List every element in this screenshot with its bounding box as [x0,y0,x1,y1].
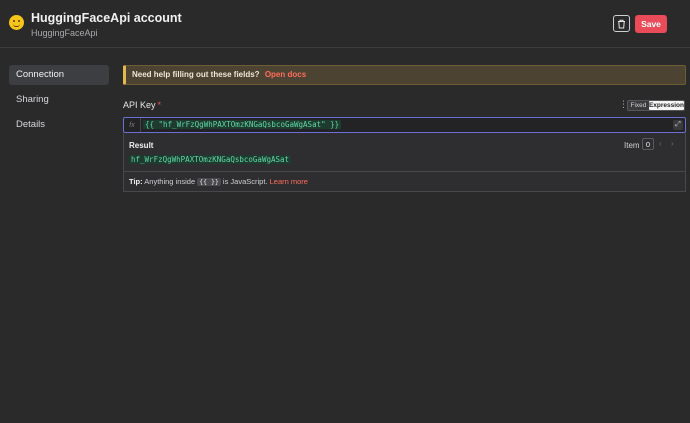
api-key-label-text: API Key [123,100,156,110]
mode-fixed-option[interactable]: Fixed [628,101,649,110]
api-key-label: API Key * [123,100,161,110]
delete-button[interactable] [613,15,630,32]
page-subtitle: HuggingFaceApi [31,28,98,38]
help-text: Need help filling out these fields? [132,70,260,79]
tip-prefix: Tip: [129,177,143,186]
mode-toggle[interactable]: Fixed Expression [627,100,685,111]
sidebar-item-details[interactable]: Details [9,115,109,135]
divider [124,171,685,172]
help-notice: Need help filling out these fields? Open… [123,65,686,85]
page-title: HuggingFaceApi account [31,11,182,25]
chevron-right-icon[interactable]: › [671,139,674,148]
learn-more-link[interactable]: Learn more [270,177,308,186]
tip-code: {{ }} [197,178,221,186]
result-value: hf_WrFzQgWhPAXTOmzKNGaQsbcoGaWgASat [129,155,292,164]
item-index-input[interactable]: 0 [642,138,654,150]
expression-result-panel: Result Item 0 ‹ › hf_WrFzQgWhPAXTOmzKNGa… [123,133,686,192]
tip-text-before: Anything inside [144,177,196,186]
tip-text-after: is JavaScript. [222,177,268,186]
mode-expression-option[interactable]: Expression [648,101,684,110]
sidebar-item-sharing[interactable]: Sharing [9,90,109,110]
item-label: Item [624,141,640,150]
expression-code[interactable]: {{ "hf_WrFzQgWhPAXTOmzKNGaQsbcoGaWgASat"… [143,120,342,129]
chevron-left-icon[interactable]: ‹ [659,139,662,148]
expand-editor-icon[interactable]: ⤢ [673,120,683,130]
huggingface-logo-icon [9,15,24,30]
api-key-expression-input[interactable]: fx {{ "hf_WrFzQgWhPAXTOmzKNGaQsbcoGaWgAS… [123,117,686,133]
sidebar-item-connection[interactable]: Connection [9,65,109,85]
modal-header: HuggingFaceApi account HuggingFaceApi Sa… [0,0,690,48]
trash-icon [618,19,625,28]
result-title: Result [129,141,154,150]
required-mark: * [157,100,162,110]
fx-icon: fx [124,118,141,132]
save-button[interactable]: Save [635,15,667,33]
open-docs-link[interactable]: Open docs [265,70,306,79]
tip-text: Tip: Anything inside {{ }} is JavaScript… [129,177,308,186]
